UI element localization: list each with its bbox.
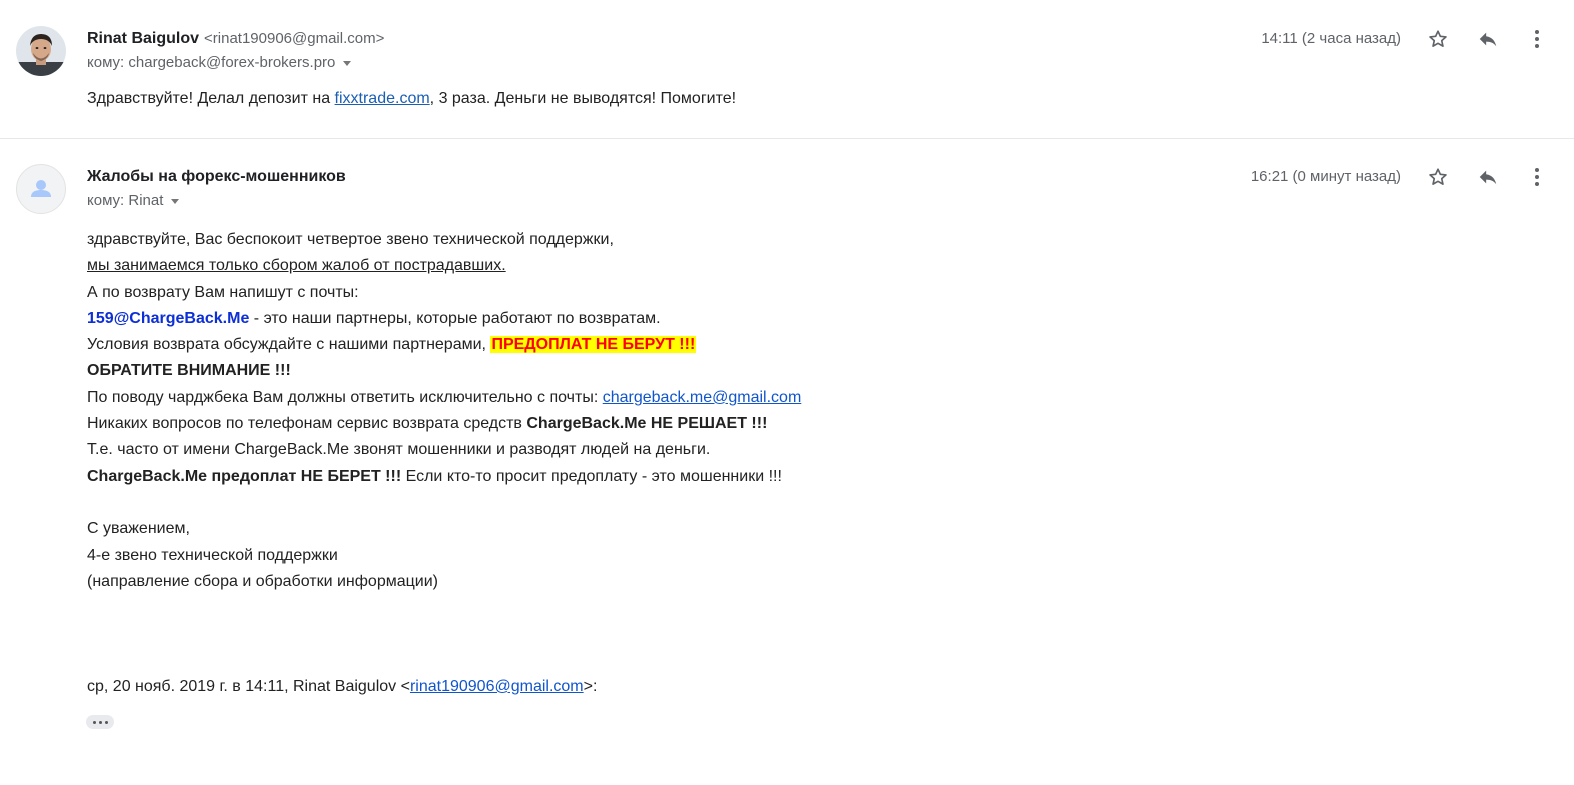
message-1: Rinat Baigulov <rinat190906@gmail.com> ко… bbox=[0, 0, 1574, 139]
sender-line: Жалобы на форекс-мошенников bbox=[87, 167, 346, 187]
star-icon bbox=[1429, 30, 1447, 47]
sender-email: <rinat190906@gmail.com> bbox=[204, 30, 385, 47]
avatar-photo bbox=[16, 26, 66, 76]
ellipsis-dot bbox=[92, 720, 96, 724]
body-line: мы занимаемся только сбором жалоб от пос… bbox=[87, 257, 506, 275]
chevron-down-icon[interactable] bbox=[343, 60, 352, 66]
body-line: здравствуйте, Вас беспокоит четвертое зв… bbox=[87, 231, 614, 248]
star-icon bbox=[1429, 168, 1447, 185]
message-body: Здравствуйте! Делал депозит на fixxtrade… bbox=[87, 89, 736, 109]
body-text: , 3 раза. Деньги не выводятся! Помогите! bbox=[429, 90, 737, 107]
recipient-details[interactable]: кому: Rinat bbox=[87, 191, 180, 211]
sender-avatar[interactable] bbox=[16, 164, 66, 214]
message-time: 16:21 (0 минут назад) bbox=[1250, 168, 1401, 185]
body-bold: ChargeBack.Me НЕ РЕШАЕТ !!! bbox=[526, 415, 768, 433]
reply-button[interactable] bbox=[1473, 24, 1503, 54]
signature-line: 4-е звено технической поддержки bbox=[87, 546, 338, 564]
email-thread: Rinat Baigulov <rinat190906@gmail.com> ко… bbox=[0, 0, 1574, 785]
warning-highlight: ПРЕДОПЛАТ НЕ БЕРУТ !!! bbox=[490, 336, 697, 354]
body-line: А по возврату Вам напишут с почты: bbox=[87, 283, 359, 301]
message-2: Жалобы на форекс-мошенников кому: Rinat … bbox=[0, 139, 1574, 785]
body-text: Условия возврата обсуждайте с нашими пар… bbox=[87, 336, 491, 354]
recipient-label: кому: chargeback@forex-brokers.pro bbox=[87, 54, 336, 71]
body-text: Если кто-то просит предоплату - это моше… bbox=[401, 467, 782, 485]
more-options-button[interactable] bbox=[1522, 162, 1552, 192]
sender-name[interactable]: Жалобы на форекс-мошенников bbox=[87, 168, 346, 185]
recipient-details[interactable]: кому: chargeback@forex-brokers.pro bbox=[87, 53, 352, 73]
more-vert-icon bbox=[1535, 30, 1539, 48]
quote-prefix: ср, 20 нояб. 2019 г. в 14:11, Rinat Baig… bbox=[87, 678, 410, 695]
ellipsis-dot bbox=[98, 720, 102, 724]
message-time: 14:11 (2 часа назад) bbox=[1261, 30, 1401, 47]
reply-icon bbox=[1479, 32, 1497, 47]
body-text: По поводу чарджбека Вам должны ответить … bbox=[87, 388, 603, 406]
star-button[interactable] bbox=[1423, 162, 1453, 192]
quote-suffix: >: bbox=[583, 678, 598, 695]
chevron-down-icon[interactable] bbox=[171, 198, 180, 204]
partner-email: 159@ChargeBack.Me bbox=[87, 309, 250, 327]
show-trimmed-content-button[interactable] bbox=[86, 715, 114, 729]
body-line: 159@ChargeBack.Me - это наши партнеры, к… bbox=[87, 306, 801, 332]
body-text: Здравствуйте! Делал депозит на bbox=[87, 90, 335, 107]
quoted-header: ср, 20 нояб. 2019 г. в 14:11, Rinat Baig… bbox=[87, 677, 597, 697]
sender-line: Rinat Baigulov <rinat190906@gmail.com> bbox=[87, 29, 384, 49]
sender-name[interactable]: Rinat Baigulov bbox=[87, 30, 199, 47]
body-bold: ChargeBack.Me предоплат НЕ БЕРЕТ !!! bbox=[87, 467, 402, 485]
person-icon bbox=[31, 180, 51, 197]
message-body: здравствуйте, Вас беспокоит четвертое зв… bbox=[87, 227, 801, 595]
signature-line: С уважением, bbox=[87, 520, 190, 538]
body-line: По поводу чарджбека Вам должны ответить … bbox=[87, 385, 801, 411]
body-text: - это наши партнеры, которые работают по… bbox=[249, 309, 661, 327]
sender-avatar[interactable] bbox=[16, 26, 66, 76]
chargeback-email-link[interactable]: chargeback.me@gmail.com bbox=[603, 389, 802, 406]
reply-button[interactable] bbox=[1473, 162, 1503, 192]
body-line: Условия возврата обсуждайте с нашими пар… bbox=[87, 332, 801, 358]
recipient-label: кому: Rinat bbox=[87, 192, 164, 209]
more-options-button[interactable] bbox=[1522, 24, 1552, 54]
body-text: Никаких вопросов по телефонам сервис воз… bbox=[87, 415, 527, 433]
body-line: ChargeBack.Me предоплат НЕ БЕРЕТ !!! Есл… bbox=[87, 464, 801, 490]
ellipsis-dot bbox=[104, 720, 108, 724]
more-vert-icon bbox=[1535, 168, 1539, 186]
signature-line: (направление сбора и обработки информаци… bbox=[87, 572, 438, 590]
star-button[interactable] bbox=[1423, 24, 1453, 54]
reply-icon bbox=[1479, 170, 1497, 185]
body-line: Т.е. часто от имени ChargeBack.Me звонят… bbox=[87, 441, 711, 459]
body-link[interactable]: fixxtrade.com bbox=[335, 90, 430, 107]
body-line: Никаких вопросов по телефонам сервис воз… bbox=[87, 411, 801, 437]
quote-email-link[interactable]: rinat190906@gmail.com bbox=[410, 678, 584, 695]
body-line: ОБРАТИТЕ ВНИМАНИЕ !!! bbox=[87, 362, 291, 380]
